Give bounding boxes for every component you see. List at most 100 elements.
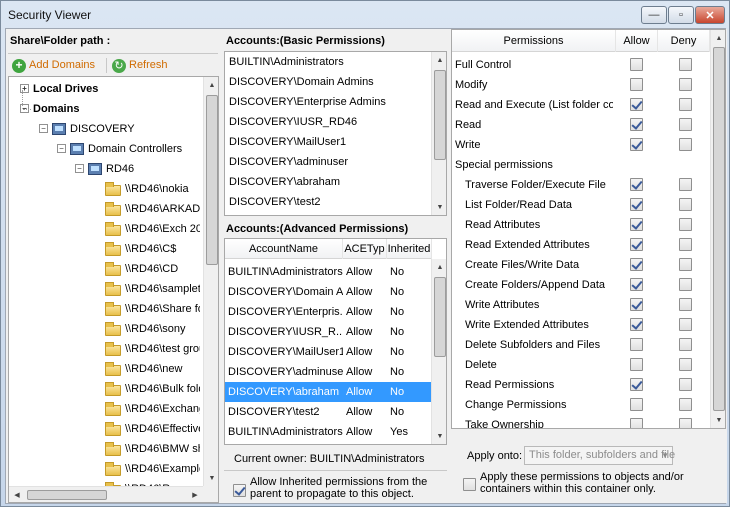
tree-node-share[interactable]: +\\RD46\sony xyxy=(105,320,200,338)
column-account-name[interactable]: AccountName xyxy=(225,239,343,259)
deny-checkbox[interactable] xyxy=(679,358,692,371)
advanced-table-row[interactable]: DISCOVERY\MailUser1 Allow No xyxy=(225,342,431,362)
advanced-table-row[interactable]: DISCOVERY\abraham Allow No xyxy=(225,382,431,402)
close-button[interactable]: ✕ xyxy=(695,6,725,24)
tree-node-share[interactable]: +\\RD46\ARKAD Scr xyxy=(105,200,200,218)
deny-checkbox[interactable] xyxy=(679,58,692,71)
minimize-button[interactable]: — xyxy=(641,6,667,24)
scroll-down-icon[interactable]: ▼ xyxy=(711,412,725,428)
title-bar[interactable]: Security Viewer — ▫ ✕ xyxy=(1,1,729,27)
collapse-icon[interactable]: − xyxy=(57,144,66,153)
deny-checkbox[interactable] xyxy=(679,298,692,311)
deny-checkbox[interactable] xyxy=(679,338,692,351)
allow-checkbox[interactable] xyxy=(630,318,643,331)
deny-checkbox[interactable] xyxy=(679,258,692,271)
hscroll-thumb[interactable] xyxy=(27,490,107,500)
tree-horizontal-scrollbar[interactable]: ◀ ▶ xyxy=(9,486,203,502)
allow-checkbox[interactable] xyxy=(630,398,643,411)
advanced-table-row[interactable]: DISCOVERY\Enterpris... Allow No xyxy=(225,302,431,322)
basic-account-item[interactable]: DISCOVERY\IUSR_RD46 xyxy=(225,112,431,132)
scroll-up-icon[interactable]: ▲ xyxy=(711,30,725,46)
scroll-down-icon[interactable]: ▼ xyxy=(204,470,218,486)
tree-node-share[interactable]: +\\RD46\BMW share xyxy=(105,440,200,458)
tree-node-share[interactable]: +\\RD46\ExchangeUI xyxy=(105,400,200,418)
tree-node-share[interactable]: +\\RD46\Share folde xyxy=(105,300,200,318)
basic-account-item[interactable]: DISCOVERY\abraham xyxy=(225,172,431,192)
advanced-accounts-table[interactable]: AccountName ACETyp Inherited BUILTIN\Adm… xyxy=(224,238,447,445)
folder-tree[interactable]: + Local Drives − Domains − DISCOVERY − Domain C… xyxy=(8,76,219,503)
apply-onto-dropdown[interactable]: This folder, subfolders and file ▼ xyxy=(524,446,675,465)
tree-node-share[interactable]: +\\RD46\Exch 2007 S xyxy=(105,220,200,238)
apply-to-children-checkbox[interactable] xyxy=(463,478,476,491)
tree-node-share[interactable]: +\\RD46\nokia xyxy=(105,180,200,198)
allow-checkbox[interactable] xyxy=(630,58,643,71)
allow-checkbox[interactable] xyxy=(630,238,643,251)
scroll-up-icon[interactable]: ▲ xyxy=(432,259,446,275)
deny-checkbox[interactable] xyxy=(679,398,692,411)
allow-checkbox[interactable] xyxy=(630,298,643,311)
scroll-thumb[interactable] xyxy=(713,47,725,411)
basic-account-item[interactable]: BUILTIN\Administrators xyxy=(225,52,431,72)
deny-checkbox[interactable] xyxy=(679,138,692,151)
column-deny[interactable]: Deny xyxy=(658,30,710,52)
tree-node-share[interactable]: +\\RD46\Bulk folders xyxy=(105,380,200,398)
advanced-table-scrollbar[interactable]: ▲ ▼ xyxy=(431,259,446,444)
deny-checkbox[interactable] xyxy=(679,218,692,231)
column-permissions[interactable]: Permissions xyxy=(452,30,616,52)
allow-checkbox[interactable] xyxy=(630,278,643,291)
allow-checkbox[interactable] xyxy=(630,358,643,371)
tree-node-share[interactable]: +\\RD46\new xyxy=(105,360,200,378)
scroll-right-icon[interactable]: ▶ xyxy=(187,487,203,502)
deny-checkbox[interactable] xyxy=(679,178,692,191)
allow-checkbox[interactable] xyxy=(630,138,643,151)
advanced-table-row[interactable]: DISCOVERY\Domain A... Allow No xyxy=(225,282,431,302)
advanced-table-row[interactable]: BUILTIN\Administrators Allow Yes xyxy=(225,422,431,442)
deny-checkbox[interactable] xyxy=(679,418,692,428)
scroll-thumb[interactable] xyxy=(206,95,218,265)
basic-account-item[interactable]: DISCOVERY\test2 xyxy=(225,192,431,212)
column-allow[interactable]: Allow xyxy=(616,30,658,52)
allow-checkbox[interactable] xyxy=(630,198,643,211)
scroll-thumb[interactable] xyxy=(434,277,446,357)
scroll-down-icon[interactable]: ▼ xyxy=(432,199,446,215)
permissions-grid[interactable]: Permissions Allow Deny Full Control Modif… xyxy=(451,29,726,429)
permissions-scrollbar[interactable]: ▲ ▼ xyxy=(710,30,725,428)
basic-account-item[interactable]: DISCOVERY\Enterprise Admins xyxy=(225,92,431,112)
scroll-up-icon[interactable]: ▲ xyxy=(204,77,218,93)
collapse-icon[interactable]: − xyxy=(39,124,48,133)
deny-checkbox[interactable] xyxy=(679,318,692,331)
tree-vertical-scrollbar[interactable]: ▲ ▼ xyxy=(203,77,218,486)
scroll-up-icon[interactable]: ▲ xyxy=(432,52,446,68)
allow-checkbox[interactable] xyxy=(630,338,643,351)
column-inherited[interactable]: Inherited xyxy=(387,239,432,259)
advanced-table-row[interactable]: BUILTIN\Administrators Allow No xyxy=(225,262,431,282)
tree-node-share[interactable]: +\\RD46\C$ xyxy=(105,240,200,258)
allow-checkbox[interactable] xyxy=(630,98,643,111)
column-ace-type[interactable]: ACETyp xyxy=(343,239,387,259)
deny-checkbox[interactable] xyxy=(679,238,692,251)
tree-node-share[interactable]: +\\RD46\test group xyxy=(105,340,200,358)
collapse-icon[interactable]: − xyxy=(75,164,84,173)
allow-checkbox[interactable] xyxy=(630,178,643,191)
tree-node-share[interactable]: +\\RD46\Effective xyxy=(105,420,200,438)
basic-account-item[interactable]: DISCOVERY\adminuser xyxy=(225,152,431,172)
deny-checkbox[interactable] xyxy=(679,98,692,111)
tree-node-share[interactable]: +\\RD46\Example xyxy=(105,460,200,478)
allow-checkbox[interactable] xyxy=(630,258,643,271)
inherit-permissions-checkbox[interactable] xyxy=(233,484,246,497)
maximize-button[interactable]: ▫ xyxy=(668,6,694,24)
basic-account-item[interactable]: DISCOVERY\Domain Admins xyxy=(225,72,431,92)
basic-accounts-list[interactable]: BUILTIN\Administrators DISCOVERY\Domain A… xyxy=(224,51,447,216)
advanced-table-row[interactable]: DISCOVERY\test2 Allow No xyxy=(225,402,431,422)
deny-checkbox[interactable] xyxy=(679,198,692,211)
basic-list-scrollbar[interactable]: ▲ ▼ xyxy=(431,52,446,215)
allow-checkbox[interactable] xyxy=(630,78,643,91)
advanced-table-row[interactable]: DISCOVERY\IUSR_R... Allow No xyxy=(225,322,431,342)
scroll-thumb[interactable] xyxy=(434,70,446,160)
tree-node-share[interactable]: +\\RD46\CD xyxy=(105,260,200,278)
allow-checkbox[interactable] xyxy=(630,218,643,231)
allow-checkbox[interactable] xyxy=(630,118,643,131)
deny-checkbox[interactable] xyxy=(679,78,692,91)
scroll-down-icon[interactable]: ▼ xyxy=(432,428,446,444)
deny-checkbox[interactable] xyxy=(679,118,692,131)
